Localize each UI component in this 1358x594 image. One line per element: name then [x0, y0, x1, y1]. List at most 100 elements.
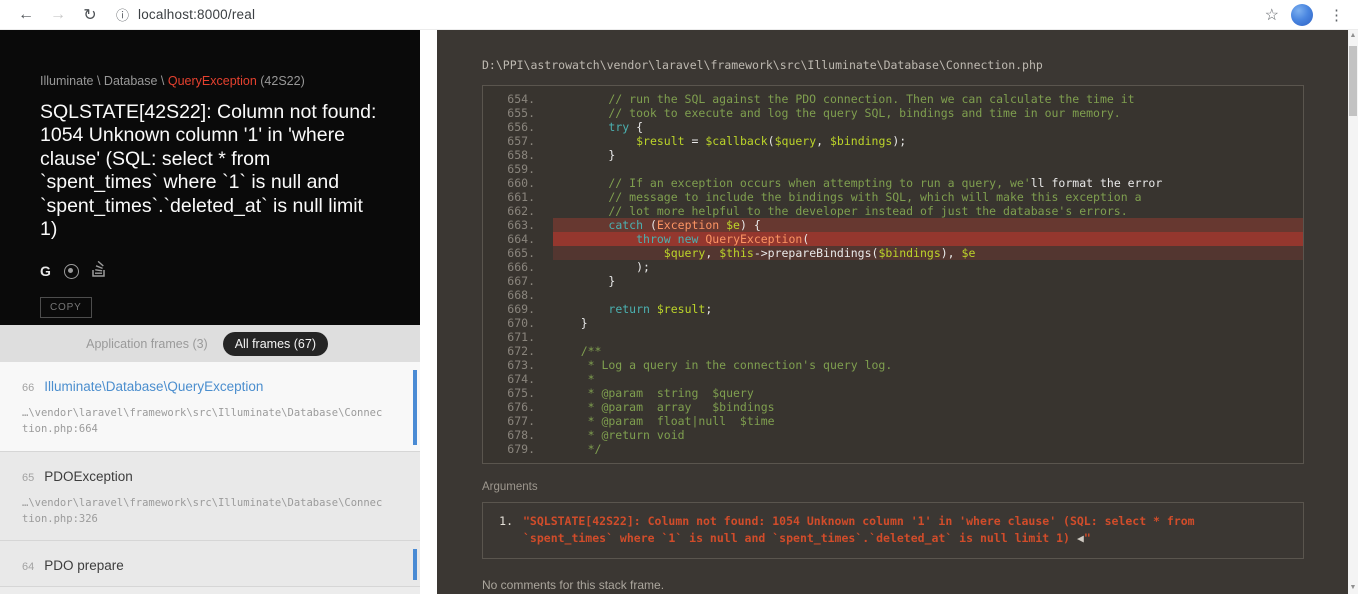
line-number: 657. — [507, 134, 535, 148]
search-links: G — [40, 260, 382, 282]
stackoverflow-search-icon[interactable] — [92, 260, 106, 282]
active-frame-indicator — [413, 549, 417, 581]
code-line: 658. } — [483, 148, 1303, 162]
code-line: 661. // message to include the bindings … — [483, 190, 1303, 204]
frame-title: PDOException — [44, 468, 133, 484]
line-code: } — [553, 274, 1303, 288]
code-token: */ — [553, 442, 602, 456]
code-line: 662. // lot more helpful to the develope… — [483, 204, 1303, 218]
scroll-up-icon[interactable]: ▲ — [1348, 30, 1358, 42]
line-code: // message to include the bindings with … — [553, 190, 1303, 204]
code-line: 660. // If an exception occurs when atte… — [483, 176, 1303, 190]
page-info-icon[interactable]: ⓘ — [116, 5, 129, 24]
code-token: $e — [726, 218, 740, 232]
line-code: /** — [553, 344, 1303, 358]
line-number: 667. — [507, 274, 535, 288]
line-code: * @param string $query — [553, 386, 1303, 400]
active-frame-indicator — [413, 370, 417, 445]
code-line: 664. throw new QueryException( — [483, 232, 1303, 246]
duckduckgo-search-icon[interactable] — [63, 263, 79, 279]
window-scrollbar[interactable]: ▲ ▼ — [1348, 30, 1358, 594]
code-token: $callback — [705, 134, 768, 148]
code-line: 675. * @param string $query — [483, 386, 1303, 400]
code-line: 659. — [483, 162, 1303, 176]
no-comments-text: No comments for this stack frame. — [482, 578, 665, 593]
tab-all-frames[interactable]: All frames (67) — [222, 331, 328, 356]
profile-avatar[interactable] — [1291, 3, 1313, 26]
code-token: ) { — [739, 218, 761, 232]
code-token: $bindings — [830, 134, 893, 148]
stack-frame[interactable]: 65 PDOException …\vendor\laravel\framework… — [0, 451, 420, 542]
address-bar[interactable]: ⓘ localhost:8000/real — [116, 5, 1265, 24]
line-number: 659. — [507, 162, 535, 176]
line-code: } — [553, 148, 1303, 162]
code-token: // took to execute and log the query SQL… — [553, 106, 1121, 120]
scroll-down-icon[interactable]: ▼ — [1348, 582, 1358, 594]
forward-icon[interactable]: → — [42, 6, 74, 24]
file-path: D:\PPI\astrowatch\vendor\laravel\framewo… — [482, 58, 1043, 72]
line-number: 654. — [507, 92, 535, 106]
line-number: 673. — [507, 358, 535, 372]
code-line: 673. * Log a query in the connection's q… — [483, 358, 1303, 372]
line-number: 665. — [507, 246, 535, 260]
code-token: Exception — [656, 218, 720, 232]
reload-icon[interactable]: ↻ — [74, 5, 106, 25]
line-code: try { — [553, 120, 1303, 134]
tab-application-frames[interactable]: Application frames (3) — [86, 337, 208, 351]
line-code: $result = $callback($query, $bindings); — [553, 134, 1303, 148]
frame-head: 64 PDO prepare — [22, 558, 394, 573]
left-panel: Illuminate \ Database \ QueryException (… — [0, 30, 420, 594]
line-number: 669. — [507, 302, 535, 316]
line-code: // took to execute and log the query SQL… — [553, 106, 1303, 120]
code-token: $e — [961, 246, 976, 260]
bookmark-star-icon[interactable]: ☆ — [1265, 5, 1279, 25]
line-number: 675. — [507, 386, 535, 400]
code-token: // run the SQL against the PDO connectio… — [553, 92, 1135, 106]
code-token: $bindings — [878, 246, 941, 260]
line-code: */ — [553, 442, 1303, 456]
whoops-error-page: Illuminate \ Database \ QueryException (… — [0, 30, 1358, 594]
code-line: 665. $query, $this->prepareBindings($bin… — [483, 246, 1303, 260]
google-search-icon[interactable]: G — [40, 263, 51, 279]
stack-frame[interactable]: 64 PDO prepare — [0, 541, 420, 588]
frame-head: 65 PDOException — [22, 469, 394, 484]
frame-file-path: …\vendor\laravel\framework\src\Illuminat… — [22, 495, 387, 528]
code-line: 678. * @return void — [483, 428, 1303, 442]
line-code: * @param array $bindings — [553, 400, 1303, 414]
code-token: ); — [892, 134, 907, 148]
frame-details-panel: D:\PPI\astrowatch\vendor\laravel\framewo… — [437, 30, 1348, 594]
url-text[interactable]: localhost:8000/real — [138, 7, 255, 22]
browser-menu-icon[interactable]: ⋮ — [1325, 6, 1348, 24]
code-token: $query — [663, 246, 706, 260]
line-number: 677. — [507, 414, 535, 428]
code-token: $result — [656, 302, 706, 316]
line-code: $query, $this->prepareBindings($bindings… — [553, 246, 1303, 260]
line-number: 660. — [507, 176, 535, 190]
code-token: } — [553, 316, 588, 330]
stack-frame[interactable]: 66 Illuminate\Database\QueryException …\ve… — [0, 362, 420, 452]
back-icon[interactable]: ← — [10, 6, 42, 24]
code-token: $result — [636, 134, 685, 148]
code-token: * @param array $bindings — [553, 400, 775, 414]
code-token: ), — [940, 246, 962, 260]
scrollbar-thumb[interactable] — [1349, 46, 1357, 116]
frame-index: 66 — [22, 382, 35, 394]
code-token: // If an exception occurs when attemptin… — [553, 176, 1031, 190]
code-line: 674. * — [483, 372, 1303, 386]
code-token: ( — [802, 232, 810, 246]
code-token: ( — [643, 218, 657, 232]
code-line: 663. catch (Exception $e) { — [483, 218, 1303, 232]
line-number: 674. — [507, 372, 535, 386]
exception-code: (42S22) — [256, 74, 305, 88]
copy-button[interactable]: COPY — [40, 297, 92, 319]
line-code: * — [553, 372, 1303, 386]
code-token: new — [677, 232, 699, 246]
collapse-marker-icon[interactable]: ◀ — [1077, 531, 1084, 545]
code-block: 654. // run the SQL against the PDO conn… — [482, 85, 1304, 464]
code-token: ; — [705, 302, 713, 316]
code-token: catch — [608, 218, 644, 232]
